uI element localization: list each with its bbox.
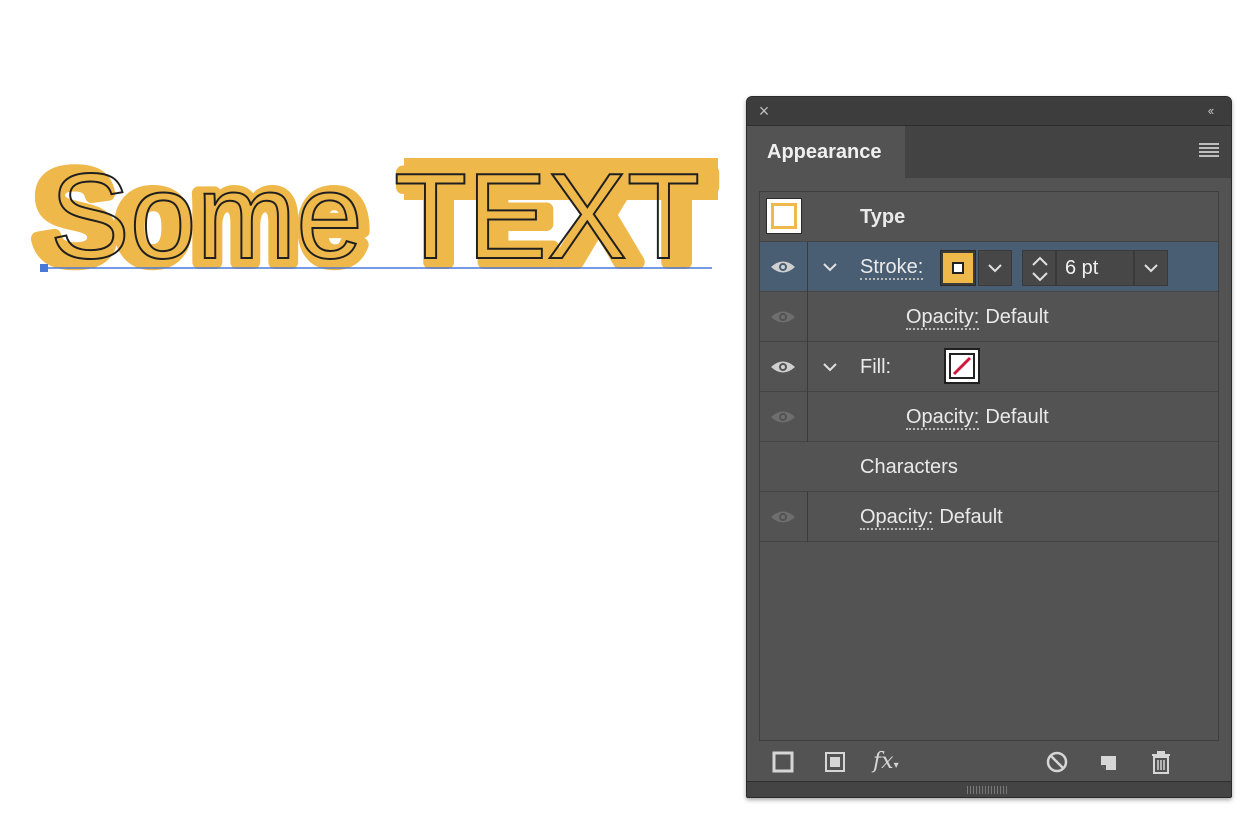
opacity-value: Default <box>939 506 1003 528</box>
tab-strip: Appearance <box>747 126 1231 178</box>
opacity-link[interactable]: Opacity: <box>906 406 980 430</box>
double-chevron-left-icon[interactable]: ‹‹ <box>1199 102 1221 120</box>
fill-none-swatch[interactable] <box>944 348 980 384</box>
visibility-eye-icon[interactable] <box>770 359 796 375</box>
chevron-down-icon[interactable] <box>820 357 840 377</box>
opacity-value: Default <box>985 406 1049 428</box>
stroke-weight-input[interactable]: 6 pt <box>1056 250 1134 286</box>
chevron-down-icon[interactable] <box>820 257 840 277</box>
opacity-value: Default <box>985 306 1049 328</box>
add-new-effect-icon[interactable]: fx▾ <box>873 748 901 776</box>
add-new-stroke-icon[interactable] <box>769 748 797 776</box>
text-object[interactable]: Some TEXT Some TEXT <box>0 0 740 832</box>
eye-cell <box>760 192 808 242</box>
characters-label[interactable]: Characters <box>860 442 958 492</box>
row-stroke[interactable]: Stroke: 6 pt <box>760 242 1218 292</box>
row-object-opacity[interactable]: Opacity: Default <box>760 492 1218 542</box>
artboard[interactable]: Some TEXT Some TEXT <box>0 0 740 832</box>
opacity-link[interactable]: Opacity: <box>906 306 980 330</box>
visibility-eye-icon[interactable] <box>770 509 796 525</box>
panel-resize-grip[interactable] <box>747 781 1231 797</box>
eye-cell <box>760 242 808 292</box>
visibility-eye-icon[interactable] <box>770 309 796 325</box>
opacity-label[interactable]: Opacity: Default <box>906 392 1049 442</box>
delete-icon[interactable] <box>1147 748 1175 776</box>
row-fill[interactable]: Fill: <box>760 342 1218 392</box>
type-thumbnail[interactable] <box>766 198 802 234</box>
opacity-link[interactable]: Opacity: <box>860 506 934 530</box>
eye-cell <box>760 292 808 342</box>
panel-menu-icon[interactable] <box>1199 143 1219 159</box>
row-fill-opacity[interactable]: Opacity: Default <box>760 392 1218 442</box>
glyph-outline-text: Some TEXT <box>50 148 700 284</box>
stroke-weight-dropdown[interactable] <box>1134 250 1168 286</box>
eye-cell <box>760 342 808 392</box>
stroke-weight-stepper[interactable] <box>1022 250 1056 286</box>
row-characters[interactable]: Characters <box>760 442 1218 492</box>
stroke-link[interactable]: Stroke: <box>860 256 924 280</box>
fx-label: fx <box>873 749 894 774</box>
duplicate-item-icon[interactable] <box>1095 748 1123 776</box>
visibility-eye-icon[interactable] <box>770 259 796 275</box>
add-new-fill-icon[interactable] <box>821 748 849 776</box>
clear-appearance-icon[interactable] <box>1043 748 1071 776</box>
opacity-label[interactable]: Opacity: Default <box>860 492 1003 542</box>
close-icon[interactable]: × <box>755 102 773 120</box>
row-type[interactable]: Type <box>760 192 1218 242</box>
stroke-color-swatch[interactable] <box>940 250 976 286</box>
anchor-point[interactable] <box>40 264 48 272</box>
row-stroke-opacity[interactable]: Opacity: Default <box>760 292 1218 342</box>
panel-footer: fx▾ <box>747 742 1231 782</box>
stroke-label[interactable]: Stroke: <box>860 242 924 292</box>
eye-cell <box>760 492 808 542</box>
stroke-color-dropdown[interactable] <box>978 250 1012 286</box>
type-label: Type <box>860 206 906 228</box>
appearance-list: Type Stroke: 6 pt Opacity: Default Fill:… <box>759 191 1219 741</box>
eye-cell <box>760 392 808 442</box>
panel-titlebar[interactable]: × ‹‹ <box>747 97 1231 126</box>
visibility-eye-icon[interactable] <box>770 409 796 425</box>
opacity-label[interactable]: Opacity: Default <box>906 292 1049 342</box>
tab-appearance[interactable]: Appearance <box>747 126 905 178</box>
fill-label[interactable]: Fill: <box>860 342 891 392</box>
appearance-panel: × ‹‹ Appearance Type Stroke: 6 pt Opacit… <box>746 96 1232 798</box>
